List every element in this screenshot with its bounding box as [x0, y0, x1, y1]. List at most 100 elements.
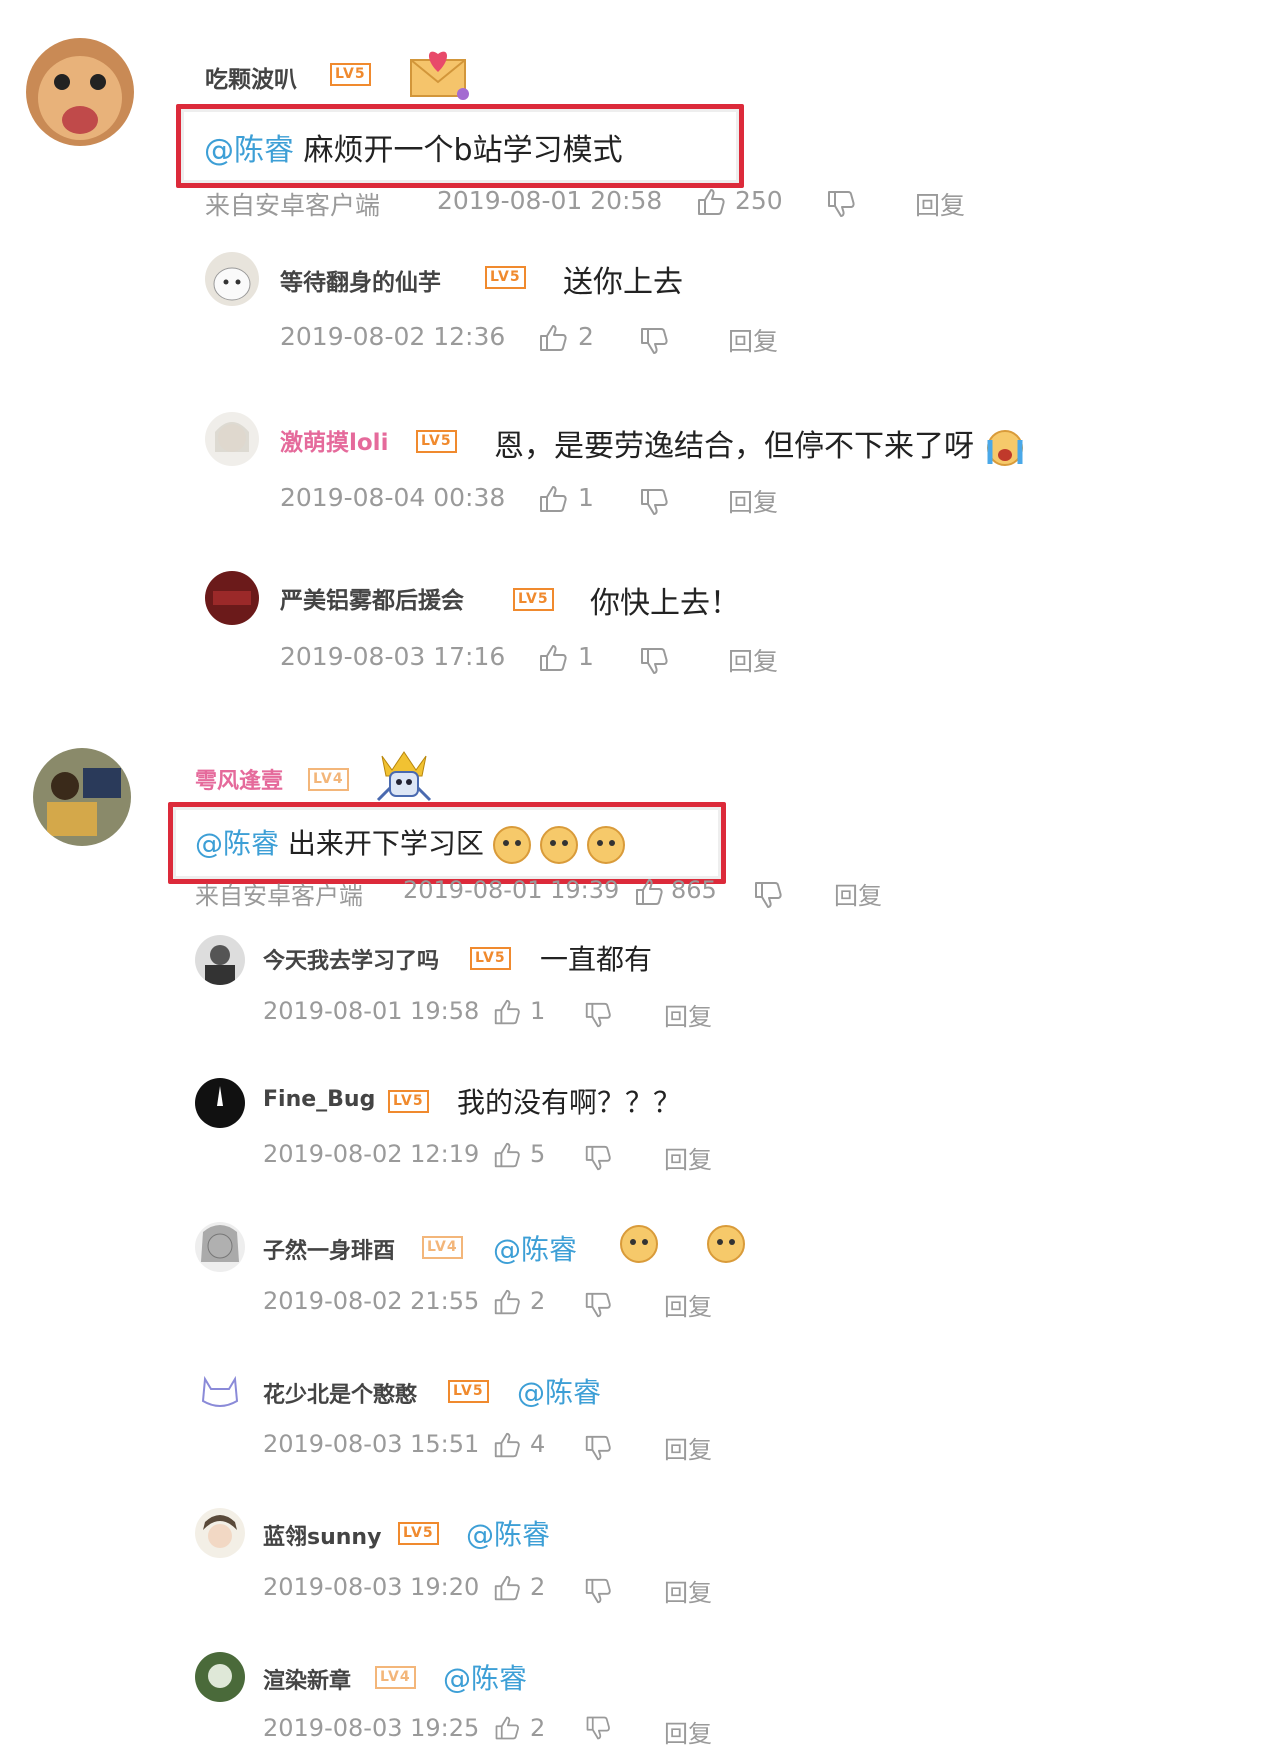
avatar-image [26, 38, 134, 146]
reply-button[interactable]: 回复 [664, 1714, 712, 1749]
username[interactable]: 蓝翎sunny [263, 1519, 381, 1551]
dislike-icon[interactable] [583, 1000, 613, 1030]
like-count: 1 [578, 642, 594, 671]
avatar-image [205, 571, 259, 625]
reply-button[interactable]: 回复 [728, 642, 778, 678]
avatar-image [195, 1222, 245, 1272]
mention-link[interactable]: @陈睿 [466, 1513, 550, 1553]
reply-button[interactable]: 回复 [664, 1140, 712, 1175]
dislike-icon[interactable] [825, 188, 857, 220]
like-icon[interactable] [537, 483, 569, 515]
like-count: 2 [578, 322, 594, 351]
comment-text: @陈睿 麻烦开一个b站学习模式 [204, 125, 623, 169]
mention-link[interactable]: @陈睿 [204, 133, 294, 168]
username[interactable]: 严美铝雾都后援会 [280, 581, 464, 615]
like-icon[interactable] [492, 1140, 522, 1170]
doge-emoji-icon [586, 826, 625, 864]
avatar[interactable] [195, 1652, 245, 1702]
username[interactable]: Fine_Bug [263, 1087, 375, 1112]
doge-emoji-icon [539, 826, 578, 864]
dislike-icon[interactable] [583, 1143, 613, 1173]
doge-emoji-icon [620, 1225, 658, 1263]
level-badge: LV5 [330, 63, 371, 86]
mention-link[interactable]: @陈睿 [443, 1657, 527, 1697]
reply-button[interactable]: 回复 [728, 322, 778, 358]
like-count: 865 [671, 876, 717, 904]
mention-link[interactable]: @陈睿 [195, 827, 279, 860]
reply-button[interactable]: 回复 [664, 997, 712, 1032]
dislike-icon[interactable] [583, 1290, 613, 1320]
username[interactable]: 吃颗波叭 [205, 60, 297, 94]
username[interactable]: 渲染新章 [263, 1663, 351, 1695]
level-badge: LV5 [485, 266, 526, 289]
avatar-image [33, 748, 131, 846]
timestamp: 2019-08-02 12:36 [280, 322, 506, 351]
reply-button[interactable]: 回复 [664, 1430, 712, 1465]
level-badge: LV5 [398, 1522, 439, 1545]
like-icon[interactable] [537, 642, 569, 674]
dislike-icon[interactable] [583, 1714, 613, 1742]
doge-emoji-icon [492, 826, 531, 864]
timestamp: 2019-08-01 20:58 [437, 186, 663, 215]
username[interactable]: 今天我去学习了吗 [263, 943, 439, 975]
reply-button[interactable]: 回复 [728, 483, 778, 519]
level-badge: LV5 [388, 1090, 429, 1113]
avatar[interactable] [205, 571, 259, 625]
timestamp: 2019-08-03 17:16 [280, 642, 506, 671]
level-badge: LV4 [375, 1666, 416, 1689]
avatar[interactable] [205, 252, 259, 306]
like-icon[interactable] [492, 997, 522, 1027]
avatar[interactable] [195, 1222, 245, 1272]
reply-text: 一直都有 [540, 943, 653, 976]
comment-body: 麻烦开一个b站学习模式 [294, 133, 623, 168]
reply-button[interactable]: 回复 [834, 876, 882, 911]
like-count: 250 [735, 186, 783, 215]
reply-button[interactable]: 回复 [664, 1573, 712, 1608]
reply-text: 恩，是要劳逸结合，但停不下来了呀 [494, 421, 1026, 468]
like-icon[interactable] [633, 876, 665, 908]
level-badge: LV5 [448, 1380, 489, 1403]
dislike-icon[interactable] [638, 486, 670, 518]
username[interactable]: 花少北是个憨憨 [263, 1377, 417, 1409]
username[interactable]: 等待翻身的仙芋 [280, 263, 441, 297]
avatar-image [205, 412, 259, 466]
level-badge: LV4 [422, 1236, 463, 1259]
like-icon[interactable] [492, 1714, 522, 1742]
like-icon[interactable] [492, 1430, 522, 1460]
avatar[interactable] [26, 38, 134, 146]
avatar-image [195, 935, 245, 985]
dislike-icon[interactable] [638, 325, 670, 357]
like-icon[interactable] [695, 186, 727, 218]
reply-text: 我的没有啊？？？ [457, 1086, 682, 1119]
username[interactable]: 雩风逢壹 [195, 763, 283, 795]
reply-button[interactable]: 回复 [664, 1287, 712, 1322]
level-badge: LV4 [308, 768, 349, 791]
reply-button[interactable]: 回复 [915, 186, 965, 222]
avatar[interactable] [195, 1508, 245, 1558]
avatar-image [195, 1652, 245, 1702]
crying-emoji-icon [984, 428, 1026, 468]
avatar[interactable] [205, 412, 259, 466]
level-badge: LV5 [513, 588, 554, 611]
avatar[interactable] [195, 935, 245, 985]
username[interactable]: 子然一身琲酉 [263, 1233, 395, 1265]
dislike-icon[interactable] [583, 1433, 613, 1463]
dislike-icon[interactable] [583, 1576, 613, 1606]
timestamp: 2019-08-03 19:25 [263, 1714, 480, 1742]
avatar[interactable] [33, 748, 131, 846]
like-count: 1 [530, 997, 546, 1025]
mention-link[interactable]: @陈睿 [493, 1228, 577, 1268]
dislike-icon[interactable] [638, 645, 670, 677]
dislike-icon[interactable] [752, 879, 784, 911]
level-badge: LV5 [416, 430, 457, 453]
like-icon[interactable] [492, 1573, 522, 1603]
comment-text: @陈睿 出来开下学习区 [195, 822, 625, 864]
reply-text: 送你上去 [563, 265, 683, 300]
like-icon[interactable] [492, 1287, 522, 1317]
mention-link[interactable]: @陈睿 [517, 1371, 601, 1411]
like-icon[interactable] [537, 322, 569, 354]
username[interactable]: 激萌摸loli [280, 423, 388, 457]
avatar[interactable] [195, 1078, 245, 1128]
avatar[interactable] [195, 1365, 245, 1415]
mascot-icon [372, 742, 436, 810]
